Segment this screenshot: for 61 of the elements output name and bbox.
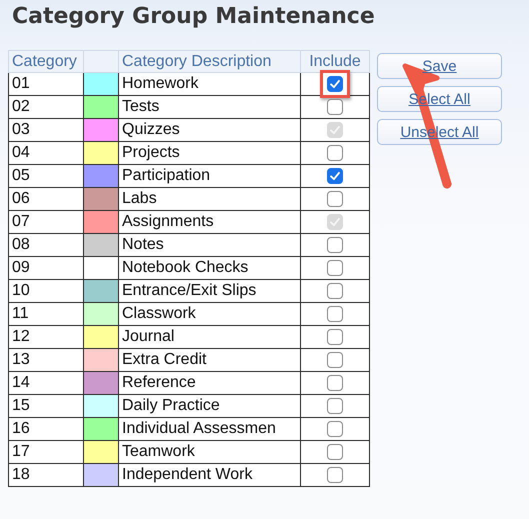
checkbox[interactable] xyxy=(327,421,343,437)
table-cell: Reference xyxy=(118,372,300,394)
checkbox[interactable] xyxy=(327,283,343,299)
checkbox[interactable] xyxy=(327,237,343,253)
checkbox[interactable] xyxy=(327,329,343,345)
checkmark-icon xyxy=(328,77,342,91)
table-cell: Individual Assessmen xyxy=(118,418,300,440)
table-cell: Quizzes xyxy=(118,118,300,142)
checkbox[interactable] xyxy=(327,76,343,92)
checkbox[interactable] xyxy=(327,99,343,115)
column-header: Category xyxy=(8,50,84,72)
table-cell: Notes xyxy=(118,234,300,256)
checkmark-icon xyxy=(328,169,342,183)
table-cell: Teamwork xyxy=(118,440,300,464)
column-header: Include xyxy=(300,50,370,72)
checkbox[interactable] xyxy=(327,352,343,368)
checkbox[interactable] xyxy=(327,145,343,161)
table-cell: 11 xyxy=(8,302,84,326)
table-cell: 06 xyxy=(8,188,84,210)
table-cell: Extra Credit xyxy=(118,348,300,372)
table-cell: Assignments xyxy=(118,210,300,234)
checkbox[interactable] xyxy=(327,375,343,391)
table-cell: Notebook Checks xyxy=(118,256,300,280)
table-cell: 01 xyxy=(8,72,84,96)
table-cell: Independent Work xyxy=(118,464,300,486)
table-cell: 13 xyxy=(8,348,84,372)
table-cell: Daily Practice xyxy=(118,394,300,418)
table-cell: 14 xyxy=(8,372,84,394)
column-header: Category Description xyxy=(118,50,300,72)
table-cell: 12 xyxy=(8,326,84,348)
checkbox[interactable] xyxy=(327,398,343,414)
table-cell: Participation xyxy=(118,164,300,188)
checkbox[interactable] xyxy=(327,260,343,276)
table-cell: Tests xyxy=(118,96,300,118)
page-title: Category Group Maintenance xyxy=(11,3,376,31)
table-cell: 16 xyxy=(8,418,84,440)
table-cell: 08 xyxy=(8,234,84,256)
table-cell: Projects xyxy=(118,142,300,164)
table-cell: 07 xyxy=(8,210,84,234)
checkbox[interactable] xyxy=(327,306,343,322)
table-cell: 03 xyxy=(8,118,84,142)
table-cell: Classwork xyxy=(118,302,300,326)
checkmark-icon xyxy=(328,123,342,137)
table-cell: 04 xyxy=(8,142,84,164)
table-cell: Homework xyxy=(118,72,300,96)
table-cell: Entrance/Exit Slips xyxy=(118,280,300,302)
table-cell: 15 xyxy=(8,394,84,418)
checkbox[interactable] xyxy=(327,191,343,207)
checkbox[interactable] xyxy=(327,467,343,483)
table-cell: 09 xyxy=(8,256,84,280)
checkbox[interactable] xyxy=(327,444,343,460)
table-cell: 05 xyxy=(8,164,84,188)
table-cell: 02 xyxy=(8,96,84,118)
table-cell: 17 xyxy=(8,440,84,464)
table-cell: 18 xyxy=(8,464,84,486)
checkbox[interactable] xyxy=(327,168,343,184)
table-cell: Labs xyxy=(118,188,300,210)
table-cell: Journal xyxy=(118,326,300,348)
action-button[interactable]: Save xyxy=(377,53,502,79)
checkmark-icon xyxy=(328,215,342,229)
table-cell: 10 xyxy=(8,280,84,302)
